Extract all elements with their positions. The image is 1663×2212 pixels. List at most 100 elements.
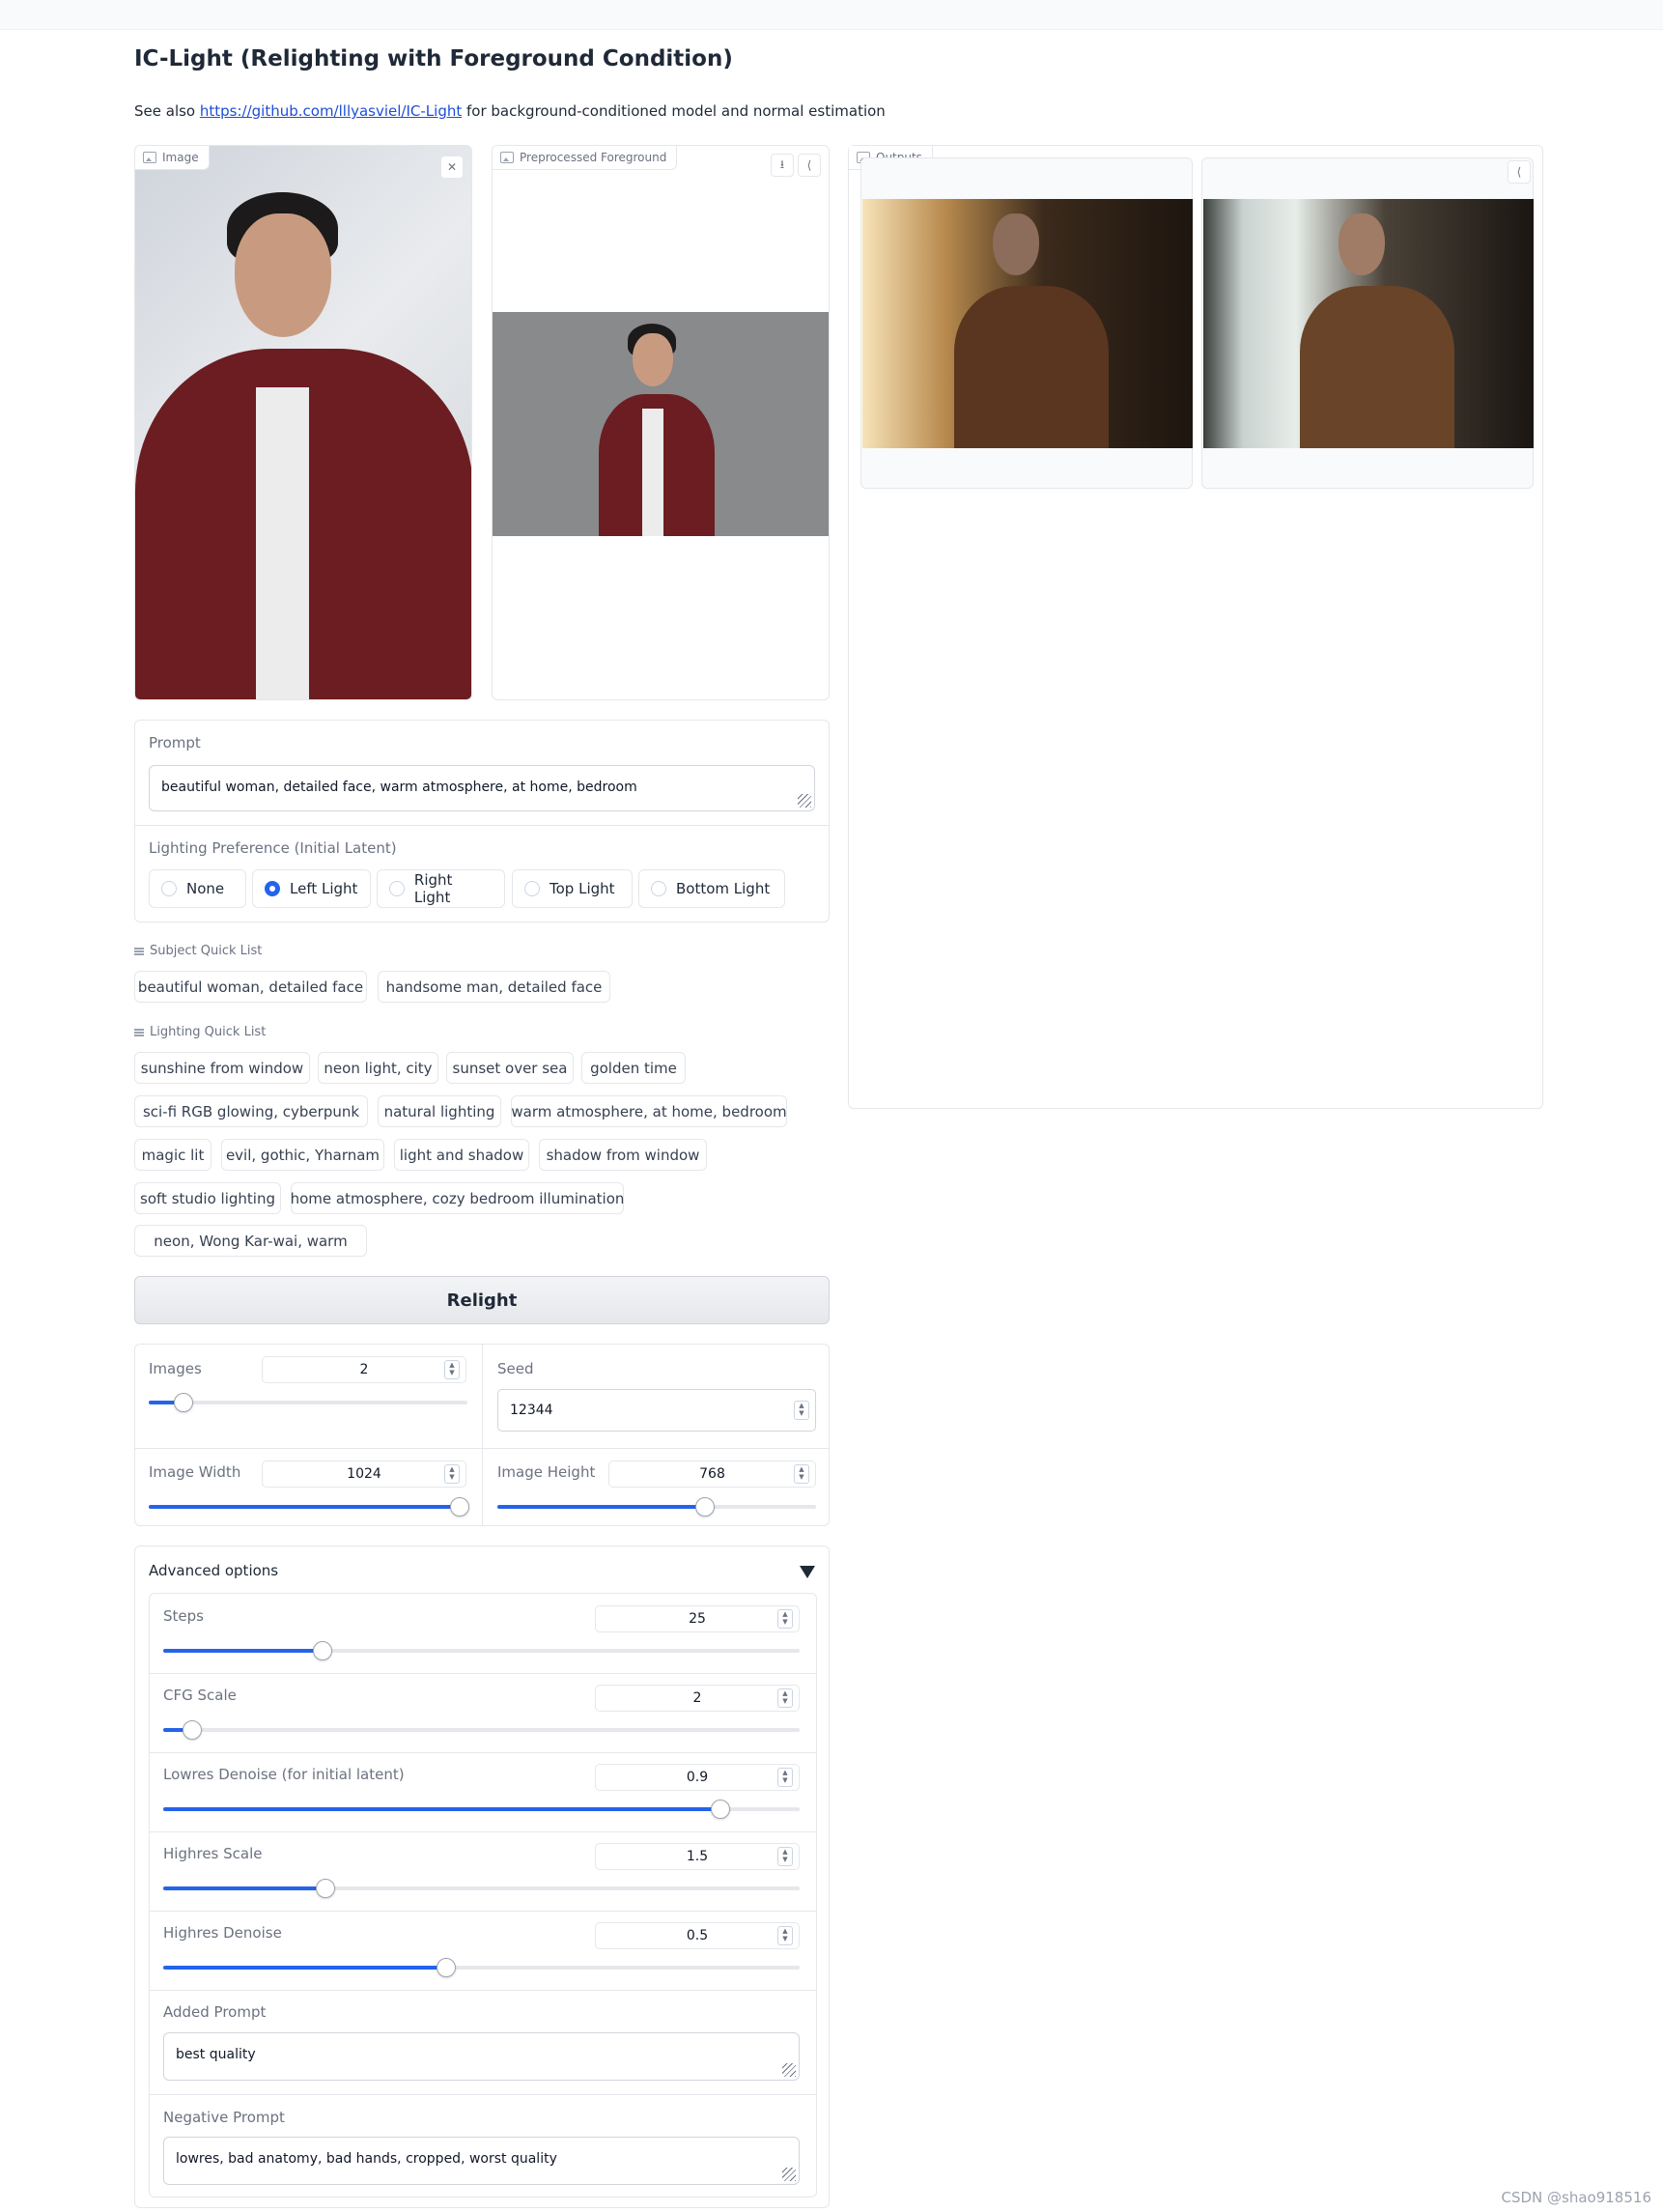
output-thumb-1[interactable] — [860, 157, 1193, 489]
relight-button[interactable]: Relight — [134, 1276, 830, 1324]
steps-slider[interactable] — [163, 1641, 800, 1660]
radio-label: Top Light — [550, 880, 615, 897]
lighting-label: Lighting Preference (Initial Latent) — [149, 839, 397, 857]
stepper-icon[interactable]: ▲ ▼ — [777, 1768, 793, 1787]
lighting-item[interactable]: sunshine from window — [134, 1052, 310, 1084]
highres-scale-label: Highres Scale — [163, 1845, 263, 1862]
stepper-icon[interactable]: ▲ ▼ — [794, 1401, 809, 1420]
highres-denoise-value: 0.5 — [686, 1928, 709, 1943]
highres-denoise-input[interactable]: 0.5 ▲ ▼ — [595, 1922, 800, 1949]
stepper-icon[interactable]: ▲ ▼ — [777, 1609, 793, 1629]
lighting-item[interactable]: neon, Wong Kar-wai, warm — [134, 1225, 367, 1257]
share-icon[interactable]: ⟨ — [798, 154, 821, 177]
stepper-icon[interactable]: ▲ ▼ — [444, 1464, 460, 1484]
steps-value: 25 — [689, 1611, 706, 1627]
seed-label: Seed — [497, 1360, 534, 1377]
lighting-item[interactable]: neon light, city — [318, 1052, 438, 1084]
steps-input[interactable]: 25 ▲ ▼ — [595, 1605, 800, 1632]
slider-thumb[interactable] — [182, 1720, 202, 1740]
lighting-option-none[interactable]: None — [149, 869, 246, 908]
generation-settings-panel: Images 2 ▲ ▼ Seed 12344 ▲ ▼ Image Width 10… — [134, 1344, 830, 1526]
subject-item-1[interactable]: handsome man, detailed face — [378, 971, 610, 1003]
clear-image-button[interactable]: ✕ — [440, 156, 464, 179]
lowres-denoise-value: 0.9 — [686, 1770, 709, 1785]
slider-thumb[interactable] — [316, 1879, 336, 1898]
prompt-input[interactable]: beautiful woman, detailed face, warm atm… — [149, 765, 815, 811]
lighting-item[interactable]: golden time — [581, 1052, 686, 1084]
lighting-item[interactable]: warm atmosphere, at home, bedroom — [511, 1095, 787, 1127]
image-width-label: Image Width — [149, 1463, 241, 1481]
image-input-panel[interactable]: Image ✕ — [134, 145, 472, 700]
triangle-down-icon[interactable] — [800, 1566, 815, 1578]
images-slider[interactable] — [149, 1393, 467, 1412]
image-height-slider[interactable] — [497, 1497, 816, 1517]
subject-quick-list-label: Subject Quick List — [150, 944, 263, 958]
radio-label: None — [186, 880, 225, 897]
lighting-item[interactable]: magic lit — [134, 1139, 211, 1171]
outputs-panel: Outputs ⟨ — [848, 145, 1543, 1109]
stepper-icon[interactable]: ▲ ▼ — [777, 1688, 793, 1708]
image-height-input[interactable]: 768 ▲ ▼ — [608, 1460, 816, 1488]
slider-thumb[interactable] — [449, 1497, 469, 1517]
share-icon[interactable]: ⟨ — [1508, 160, 1531, 184]
list-icon — [134, 947, 144, 955]
negative-prompt-label: Negative Prompt — [163, 2109, 285, 2126]
list-icon — [134, 1028, 144, 1036]
lighting-item[interactable]: light and shadow — [394, 1139, 529, 1171]
negative-prompt-input[interactable]: lowres, bad anatomy, bad hands, cropped,… — [163, 2137, 800, 2185]
download-icon[interactable]: ⭳ — [771, 154, 794, 177]
lighting-option-right[interactable]: Right Light — [377, 869, 505, 908]
cfg-scale-slider[interactable] — [163, 1720, 800, 1740]
added-prompt-input[interactable]: best quality — [163, 2032, 800, 2081]
slider-thumb[interactable] — [174, 1393, 194, 1412]
lighting-option-bottom[interactable]: Bottom Light — [638, 869, 785, 908]
lighting-item[interactable]: home atmosphere, cozy bedroom illuminati… — [291, 1182, 624, 1214]
lowres-denoise-slider[interactable] — [163, 1800, 800, 1819]
radio-label: Bottom Light — [676, 880, 771, 897]
output-image-1 — [862, 199, 1193, 448]
image-label: Image — [135, 146, 210, 170]
top-bar — [0, 0, 1663, 30]
image-width-slider[interactable] — [149, 1497, 469, 1517]
advanced-options-title[interactable]: Advanced options — [149, 1562, 278, 1579]
resize-handle-icon[interactable] — [782, 2063, 796, 2077]
image-width-input[interactable]: 1024 ▲ ▼ — [262, 1460, 466, 1488]
seed-input[interactable]: 12344 ▲ ▼ — [497, 1389, 816, 1432]
lighting-item[interactable]: shadow from window — [539, 1139, 707, 1171]
output-image-2 — [1203, 199, 1534, 448]
watermark: CSDN @shao918516 — [1501, 2189, 1652, 2206]
stepper-icon[interactable]: ▲ ▼ — [444, 1360, 460, 1379]
lighting-item[interactable]: sunset over sea — [446, 1052, 574, 1084]
radio-label: Right Light — [413, 871, 453, 906]
lighting-item[interactable]: evil, gothic, Yharnam — [221, 1139, 384, 1171]
subject-item-0[interactable]: beautiful woman, detailed face — [134, 971, 367, 1003]
lighting-item[interactable]: soft studio lighting — [134, 1182, 281, 1214]
page-title: IC-Light (Relighting with Foreground Con… — [134, 46, 733, 71]
slider-thumb[interactable] — [312, 1641, 332, 1660]
lighting-option-left[interactable]: Left Light — [252, 869, 371, 908]
steps-label: Steps — [163, 1607, 204, 1625]
github-link[interactable]: https://github.com/lllyasviel/IC-Light — [200, 102, 462, 120]
lighting-option-top[interactable]: Top Light — [512, 869, 633, 908]
stepper-icon[interactable]: ▲ ▼ — [794, 1464, 809, 1484]
slider-thumb[interactable] — [710, 1800, 730, 1819]
lowres-denoise-input[interactable]: 0.9 ▲ ▼ — [595, 1764, 800, 1791]
subtitle-prefix: See also — [134, 102, 200, 120]
resize-handle-icon[interactable] — [782, 2168, 796, 2181]
radio-label: Left Light — [290, 880, 358, 897]
highres-scale-input[interactable]: 1.5 ▲ ▼ — [595, 1843, 800, 1870]
highres-scale-slider[interactable] — [163, 1879, 800, 1898]
cfg-scale-input[interactable]: 2 ▲ ▼ — [595, 1685, 800, 1712]
highres-denoise-slider[interactable] — [163, 1958, 800, 1977]
slider-thumb[interactable] — [694, 1497, 715, 1517]
images-input[interactable]: 2 ▲ ▼ — [262, 1356, 466, 1383]
lighting-item[interactable]: sci-fi RGB glowing, cyberpunk — [134, 1095, 368, 1127]
stepper-icon[interactable]: ▲ ▼ — [777, 1926, 793, 1945]
resize-handle-icon[interactable] — [798, 794, 811, 808]
stepper-icon[interactable]: ▲ ▼ — [777, 1847, 793, 1866]
lighting-item[interactable]: natural lighting — [378, 1095, 501, 1127]
slider-thumb[interactable] — [437, 1958, 457, 1977]
prompt-panel: Prompt beautiful woman, detailed face, w… — [134, 720, 830, 922]
output-thumb-2[interactable]: ⟨ — [1201, 157, 1534, 489]
subtitle-suffix: for background-conditioned model and nor… — [462, 102, 886, 120]
